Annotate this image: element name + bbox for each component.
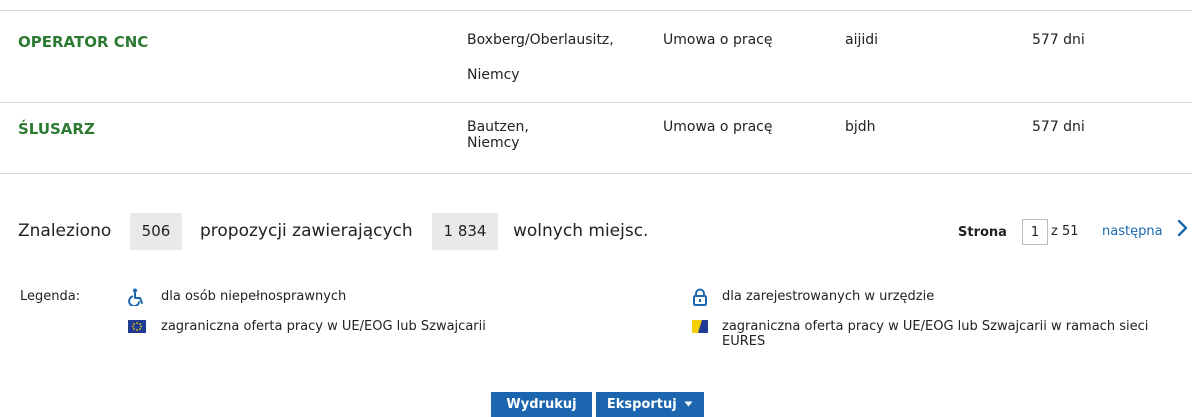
page-label: Strona <box>958 225 1007 240</box>
location-line2: Niemcy <box>467 135 520 151</box>
page-number-input[interactable] <box>1022 219 1048 245</box>
caret-down-icon <box>684 401 693 407</box>
row-divider <box>0 102 1192 103</box>
contract-type: Umowa o pracę <box>663 32 773 48</box>
next-page-link[interactable]: następna <box>1102 224 1163 239</box>
top-divider <box>0 10 1192 11</box>
employer-name: bjdh <box>845 119 876 135</box>
contract-type: Umowa o pracę <box>663 119 773 135</box>
location-line2: Niemcy <box>467 67 520 83</box>
legend-text-disabled: dla osób niepełnosprawnych <box>161 289 347 304</box>
job-title-link[interactable]: ŚLUSARZ <box>18 120 95 138</box>
vacancies-label: wolnych miejsc. <box>513 221 649 241</box>
vacancies-count-badge: 1 834 <box>432 213 498 250</box>
location-line1: Boxberg/Oberlausitz, <box>467 32 614 48</box>
eures-icon <box>692 320 708 333</box>
print-button[interactable]: Wydrukuj <box>491 392 592 417</box>
legend-text-eu: zagraniczna oferta pracy w UE/EOG lub Sz… <box>161 319 486 334</box>
row-divider <box>0 173 1192 174</box>
days-remaining: 577 dni <box>1032 119 1085 135</box>
legend-text-registered: dla zarejestrowanych w urzędzie <box>722 289 935 304</box>
lock-icon <box>693 288 707 306</box>
legend-text-eures: zagraniczna oferta pracy w UE/EOG lub Sz… <box>722 319 1149 349</box>
offers-label: propozycji zawierających <box>200 221 413 241</box>
eu-flag-icon <box>128 320 146 333</box>
chevron-right-icon[interactable] <box>1176 219 1188 237</box>
employer-name: aijidi <box>845 32 879 48</box>
page-total: z 51 <box>1051 224 1079 239</box>
job-title-link[interactable]: OPERATOR CNC <box>18 33 148 51</box>
wheelchair-icon <box>128 288 143 306</box>
location-line1: Bautzen, <box>467 119 529 135</box>
legend-label: Legenda: <box>20 289 81 304</box>
offers-count-badge: 506 <box>130 213 182 250</box>
found-label: Znaleziono <box>18 221 112 241</box>
export-button[interactable]: Eksportuj <box>596 392 704 417</box>
export-label: Eksportuj <box>606 397 677 412</box>
days-remaining: 577 dni <box>1032 32 1085 48</box>
